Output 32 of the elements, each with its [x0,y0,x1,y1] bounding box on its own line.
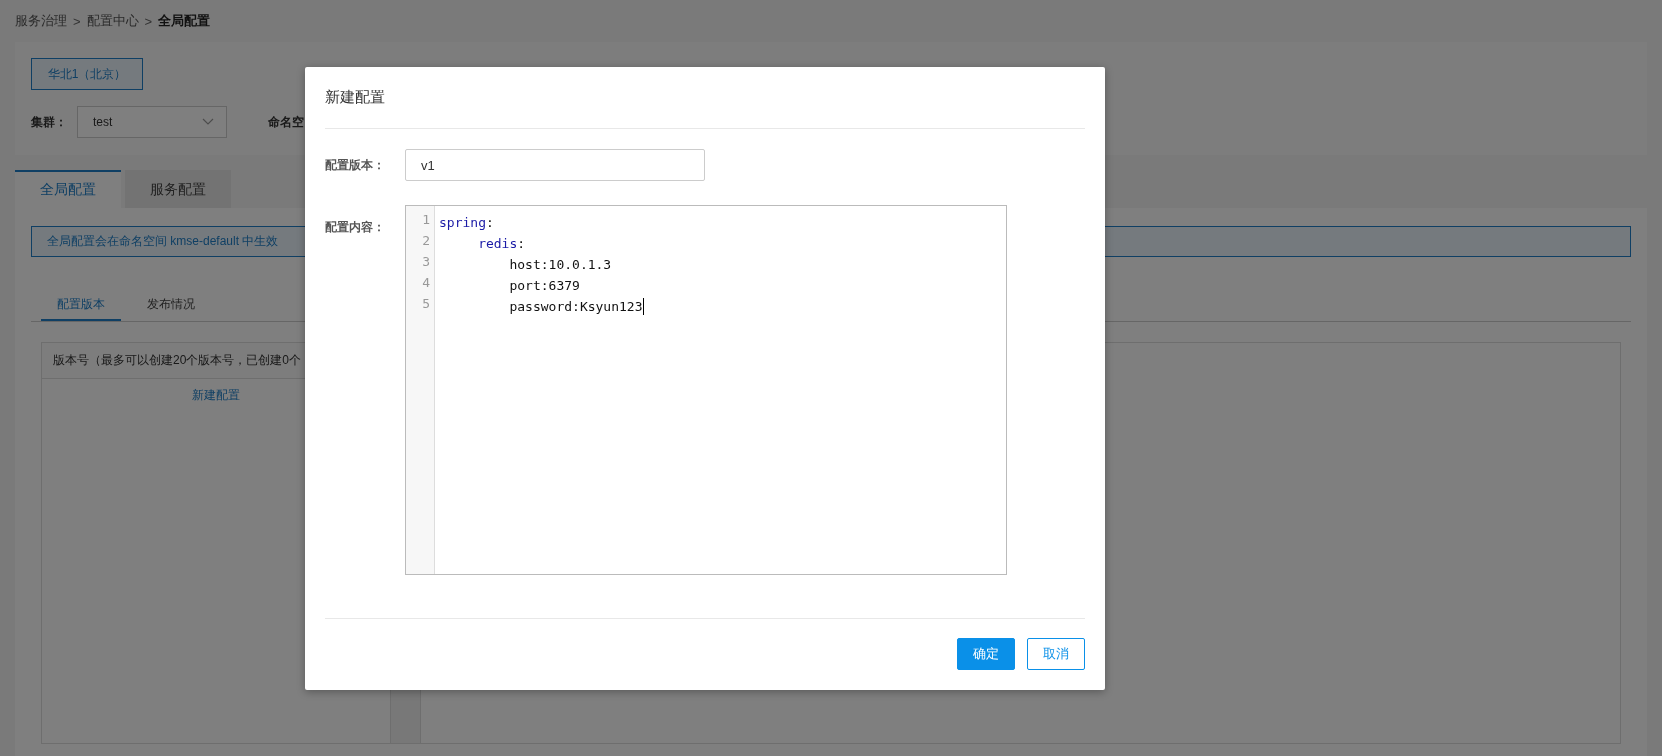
line-number: 1 [421,212,431,229]
cancel-button[interactable]: 取消 [1027,638,1085,670]
code-editor[interactable]: 1 2 3 4 5 spring: redis: host:10.0.1.3 port:6379 password:Ksyun123 [405,205,1007,575]
confirm-button[interactable]: 确定 [957,638,1015,670]
tab[interactable]: 服务配置 [125,170,231,208]
chevron-down-icon [202,118,214,126]
cluster-label: 集群： [31,113,68,131]
field-label: 配置版本： [325,157,386,174]
version-input[interactable]: v1 [405,149,705,181]
select-value: test [93,115,113,129]
sub-tab[interactable]: 配置版本 [41,289,121,321]
line-number: 2 [421,233,431,250]
cluster-select[interactable]: test [77,106,227,138]
code-line: port:6379 [508,277,581,295]
code-line: host:10.0.1.3 [508,256,613,274]
line-number: 5 [421,296,431,313]
namespace-label: 命名空 [268,113,304,131]
breadcrumb-current: 全局配置 [158,12,211,30]
line-number: 3 [421,254,431,271]
line-number: 4 [421,275,431,292]
breadcrumb-separator: > [73,13,81,29]
tab[interactable]: 全局配置 [15,170,121,208]
dialog-title: 新建配置 [325,67,1085,129]
text-cursor [642,298,644,315]
breadcrumb-link[interactable]: 配置中心 [86,12,139,30]
breadcrumb-separator: > [144,13,153,29]
code-line: password:Ksyun123 [508,297,644,317]
new-config-link[interactable]: 新建配置 [192,387,240,404]
breadcrumb-link[interactable]: 服务治理 [15,12,67,30]
sub-tab[interactable]: 发布情况 [131,289,211,321]
region-button[interactable]: 华北1（北京） [31,58,143,90]
code-line: redis: [477,235,527,253]
